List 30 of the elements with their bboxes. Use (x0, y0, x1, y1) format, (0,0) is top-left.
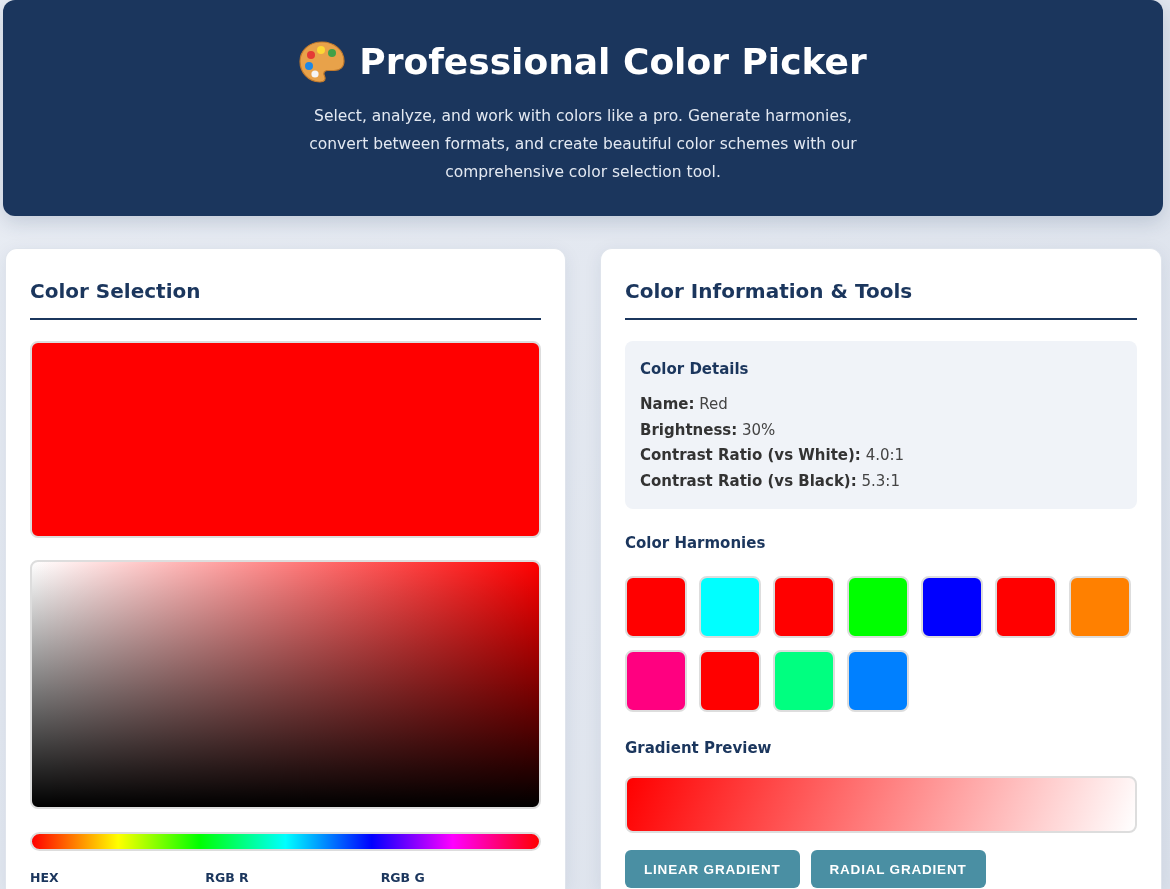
input-label: RGB G (380, 870, 426, 885)
panel-title: Color Information & Tools (625, 276, 1137, 320)
color-swatch[interactable] (625, 650, 687, 713)
color-swatch[interactable] (773, 576, 835, 639)
hue-spectrum-bar[interactable] (30, 832, 541, 851)
color-swatch[interactable] (773, 650, 835, 713)
input-label: HEX (30, 870, 60, 885)
section-title: Color Harmonies (625, 533, 767, 554)
color-swatch[interactable] (699, 650, 761, 713)
detail-line: Name: Red (640, 394, 729, 415)
gradient-button[interactable]: RADIAL GRADIENT (810, 850, 986, 889)
section-title: Gradient Preview (625, 738, 773, 759)
gradient-button[interactable]: LINEAR GRADIENT (625, 850, 800, 889)
detail-line: Contrast Ratio (vs White): 4.0:1 (640, 445, 906, 467)
input-label: RGB R (205, 870, 250, 885)
color-swatch[interactable] (847, 650, 909, 713)
color-swatch[interactable] (699, 576, 761, 639)
page-title: Professional Color Picker (359, 40, 867, 84)
detail-line: Brightness: 30% (640, 419, 777, 441)
panel-title: Color Selection (30, 276, 541, 320)
color-swatch[interactable] (847, 576, 909, 639)
color-swatch[interactable] (921, 576, 983, 639)
color-swatch[interactable] (1069, 576, 1131, 639)
detail-line: Contrast Ratio (vs Black): 5.3:1 (640, 470, 901, 492)
color-swatch[interactable] (625, 576, 687, 639)
saturation-brightness-area[interactable] (30, 560, 541, 809)
palette-icon (299, 41, 346, 83)
page-subtitle: Select, analyze, and work with colors like a pro. Generate harmonies, convert between formats, and create beautiful color schemes with our comprehensive color selection tool. (308, 106, 858, 183)
section-title: Color Details (640, 359, 750, 379)
color-swatch[interactable] (995, 576, 1057, 639)
